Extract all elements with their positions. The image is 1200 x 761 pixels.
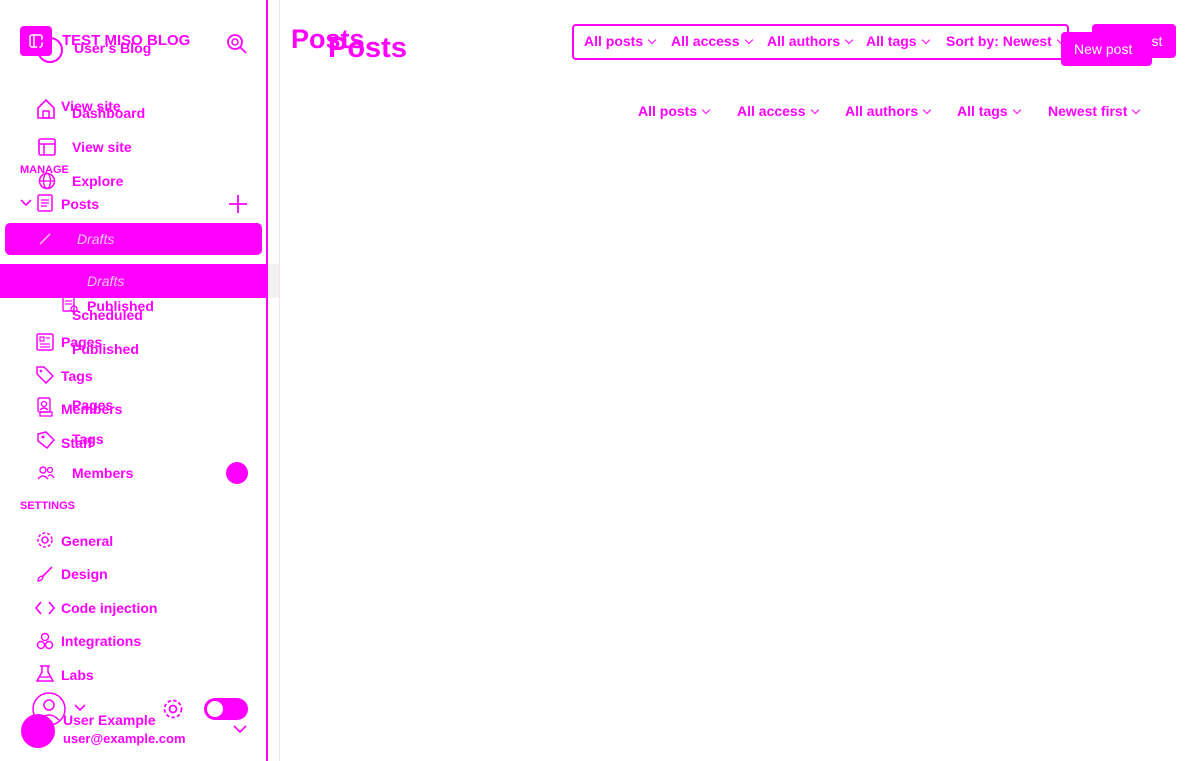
nav-dashboard[interactable]: Dashboard bbox=[72, 105, 145, 121]
search-icon[interactable] bbox=[226, 33, 248, 57]
sidebar-divider bbox=[266, 0, 268, 761]
filter-all-access[interactable]: All access bbox=[671, 33, 753, 49]
filter2-all-posts-label: All posts bbox=[638, 103, 698, 119]
toggle-knob bbox=[207, 701, 223, 717]
pages-icon bbox=[36, 333, 54, 351]
code-icon bbox=[35, 600, 55, 616]
members-badge bbox=[226, 462, 248, 484]
filter2-all-tags[interactable]: All tags bbox=[957, 103, 1021, 119]
page-title-ghost: Posts bbox=[328, 32, 407, 64]
nav-design[interactable]: Design bbox=[61, 566, 108, 582]
user-avatar[interactable] bbox=[21, 714, 55, 748]
layout-icon bbox=[38, 138, 56, 156]
new-post-ghost-label: New post bbox=[1074, 41, 1133, 57]
chevron-down-icon bbox=[1132, 105, 1141, 115]
home-icon bbox=[36, 98, 56, 120]
nav-view-site-2[interactable]: View site bbox=[72, 139, 132, 155]
filter2-sort-label: Newest first bbox=[1048, 103, 1128, 119]
filter2-all-access-label: All access bbox=[737, 103, 806, 119]
filter2-sort[interactable]: Newest first bbox=[1048, 103, 1141, 119]
nav-drafts-label: Drafts bbox=[77, 231, 115, 247]
chevron-down-icon bbox=[701, 105, 711, 115]
filter2-all-posts[interactable]: All posts bbox=[638, 103, 711, 119]
tag-icon bbox=[36, 366, 54, 384]
filter-all-authors[interactable]: All authors bbox=[767, 33, 854, 49]
chevron-down-icon bbox=[922, 105, 932, 115]
settings-gear-icon[interactable] bbox=[162, 698, 184, 720]
flask-icon bbox=[36, 665, 54, 683]
filter-sort-label: Sort by: Newest bbox=[946, 33, 1052, 49]
posts-icon bbox=[36, 194, 54, 212]
chevron-down-icon bbox=[810, 105, 819, 115]
nav-drafts-active[interactable]: Drafts bbox=[5, 223, 262, 255]
nav-labs[interactable]: Labs bbox=[61, 667, 94, 683]
plus-icon[interactable] bbox=[228, 194, 248, 214]
nav-integrations[interactable]: Integrations bbox=[61, 633, 141, 649]
filter-sort[interactable]: Sort by: Newest bbox=[946, 33, 1066, 49]
filter-all-access-label: All access bbox=[671, 33, 740, 49]
nav-tags-a[interactable]: Tags bbox=[61, 368, 93, 384]
nav-drafts-row[interactable]: Drafts bbox=[0, 264, 267, 298]
filter-all-tags[interactable]: All tags bbox=[866, 33, 930, 49]
chevron-down-icon bbox=[744, 35, 753, 45]
nav-posts[interactable]: Posts bbox=[61, 196, 99, 212]
blog-icon bbox=[36, 36, 64, 64]
filter-all-posts-label: All posts bbox=[584, 33, 644, 49]
chevron-down-icon bbox=[1012, 105, 1021, 115]
brush-icon bbox=[36, 565, 54, 583]
chevron-down-icon bbox=[844, 35, 854, 45]
filter2-all-access[interactable]: All access bbox=[737, 103, 819, 119]
chevron-down-icon[interactable] bbox=[20, 198, 32, 208]
nav-pages-b[interactable]: Pages bbox=[72, 397, 113, 413]
blog-title-ghost: User's Blog bbox=[74, 40, 152, 56]
filter-all-tags-label: All tags bbox=[866, 33, 917, 49]
nav-members-b[interactable]: Members bbox=[72, 465, 133, 481]
filter-all-authors-label: All authors bbox=[767, 33, 841, 49]
people-icon bbox=[37, 465, 55, 481]
filter2-all-authors[interactable]: All authors bbox=[845, 103, 932, 119]
nav-scheduled[interactable]: Scheduled bbox=[72, 307, 143, 323]
chevron-down-icon bbox=[921, 35, 930, 45]
filter-all-posts[interactable]: All posts bbox=[584, 33, 657, 49]
user-email: user@example.com bbox=[63, 731, 186, 746]
user-name[interactable]: User Example bbox=[63, 712, 156, 728]
staff-icon bbox=[36, 430, 56, 450]
gear-icon bbox=[36, 531, 54, 549]
nav-explore[interactable]: Explore bbox=[72, 173, 123, 189]
night-mode-toggle[interactable] bbox=[204, 698, 248, 720]
filter2-all-tags-label: All tags bbox=[957, 103, 1008, 119]
integrations-icon bbox=[36, 632, 54, 650]
pencil-icon bbox=[38, 232, 52, 246]
nav-drafts-row-label: Drafts bbox=[87, 273, 125, 289]
settings-heading: SETTINGS bbox=[20, 500, 76, 512]
new-post-button-ghost[interactable]: New post bbox=[1061, 32, 1152, 66]
globe-icon bbox=[38, 172, 56, 190]
chevron-down-icon[interactable] bbox=[233, 724, 247, 734]
members-icon bbox=[36, 397, 54, 417]
nav-general[interactable]: General bbox=[61, 533, 113, 549]
nav-tags-b[interactable]: Tags bbox=[72, 431, 104, 447]
nav-code-injection[interactable]: Code injection bbox=[61, 600, 157, 616]
main-divider bbox=[279, 0, 280, 761]
filter2-all-authors-label: All authors bbox=[845, 103, 919, 119]
chevron-down-icon bbox=[647, 35, 657, 45]
nav-published-b[interactable]: Published bbox=[72, 341, 139, 357]
